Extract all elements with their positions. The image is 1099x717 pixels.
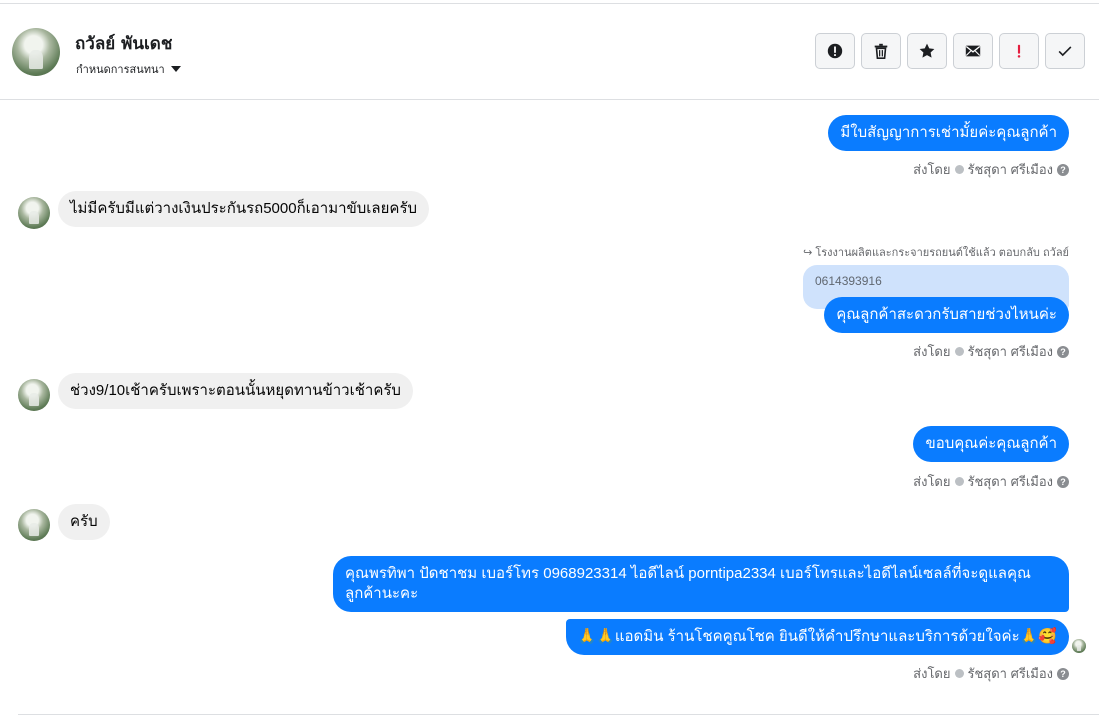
agent-name: รัชสุดา ศรีเมือง <box>967 474 1054 489</box>
contact-avatar-small[interactable] <box>18 509 50 541</box>
check-icon <box>1058 46 1072 57</box>
agent-name: รัชสุดา ศรีเมือง <box>967 162 1054 177</box>
caret-down-icon <box>170 66 181 72</box>
reply-note-text: โรงงานผลิตและกระจายรถยนต์ใช้แล้ว ตอบกลับ… <box>815 247 1069 259</box>
seen-avatar <box>1072 639 1086 653</box>
delete-button[interactable] <box>861 33 901 69</box>
sent-by-info: ส่งโดย รัชสุดา ศรีเมือง ? <box>913 471 1069 492</box>
contact-avatar-small[interactable] <box>18 379 50 411</box>
trash-icon <box>874 43 888 60</box>
sent-by-info: ส่งโดย รัชสุดา ศรีเมือง ? <box>913 663 1069 684</box>
message-row: ครับ <box>58 504 110 540</box>
outgoing-message[interactable]: 🙏🙏แอดมิน ร้านโชคคูณโชค ยินดีให้คำปรึกษาแ… <box>565 619 1069 655</box>
message-row: ช่วง9/10เช้าครับเพราะตอนนั้นหยุดทานข้าวเ… <box>58 373 413 409</box>
outgoing-message[interactable]: คุณลูกค้าสะดวกรับสายช่วงไหนค่ะ <box>824 297 1069 333</box>
message-row: คุณลูกค้าสะดวกรับสายช่วงไหนค่ะ <box>824 297 1069 333</box>
outgoing-message[interactable]: ขอบคุณค่ะคุณลูกค้า <box>913 426 1069 462</box>
star-button[interactable] <box>907 33 947 69</box>
outgoing-message[interactable]: คุณพรทิพา ปัดชาชม เบอร์โทร 0968923314 ไอ… <box>333 556 1069 612</box>
header-actions <box>815 33 1085 69</box>
conversation-header: ถวัลย์ พันเดช กำหนดการสนทนา <box>0 4 1099 100</box>
message-row: ขอบคุณค่ะคุณลูกค้า <box>913 426 1069 462</box>
agent-dot-icon <box>954 477 964 486</box>
sent-by-label: ส่งโดย <box>913 474 951 489</box>
message-row: 🙏🙏แอดมิน ร้านโชคคูณโชค ยินดีให้คำปรึกษาแ… <box>565 619 1069 655</box>
reply-arrow-icon: ↪ <box>803 246 813 259</box>
set-conversation-label: กำหนดการสนทนา <box>76 64 165 76</box>
help-icon[interactable]: ? <box>1057 475 1069 488</box>
sent-by-label: ส่งโดย <box>913 666 951 681</box>
mark-unread-button[interactable] <box>953 33 993 69</box>
contact-name[interactable]: ถวัลย์ พันเดช <box>75 30 172 57</box>
message-row: คุณพรทิพา ปัดชาชม เบอร์โทร 0968923314 ไอ… <box>333 556 1069 612</box>
envelope-icon <box>965 45 981 57</box>
help-icon[interactable]: ? <box>1057 667 1069 680</box>
outgoing-message[interactable]: มีใบสัญญาการเช่ามั้ยค่ะคุณลูกค้า <box>828 115 1069 151</box>
sent-by-info: ส่งโดย รัชสุดา ศรีเมือง ? <box>913 341 1069 362</box>
agent-dot-icon <box>954 347 964 356</box>
exclamation-icon <box>1017 44 1021 58</box>
help-icon[interactable]: ? <box>1057 345 1069 358</box>
help-icon[interactable]: ? <box>1057 163 1069 176</box>
agent-name: รัชสุดา ศรีเมือง <box>967 666 1054 681</box>
star-icon <box>919 43 935 58</box>
message-row: ไม่มีครับมีแต่วางเงินประกันรถ5000ก็เอามา… <box>58 191 430 227</box>
agent-dot-icon <box>954 165 964 174</box>
sent-by-label: ส่งโดย <box>913 162 951 177</box>
mark-done-button[interactable] <box>1045 33 1085 69</box>
contact-avatar-small[interactable] <box>18 197 50 229</box>
incoming-message[interactable]: ไม่มีครับมีแต่วางเงินประกันรถ5000ก็เอามา… <box>58 191 430 227</box>
message-row: มีใบสัญญาการเช่ามั้ยค่ะคุณลูกค้า <box>828 115 1069 151</box>
reply-note: ↪ โรงงานผลิตและกระจายรถยนต์ใช้แล้ว ตอบกล… <box>803 243 1069 261</box>
follow-up-button[interactable] <box>999 33 1039 69</box>
agent-name: รัชสุดา ศรีเมือง <box>967 344 1054 359</box>
composer-divider <box>18 714 1099 715</box>
agent-dot-icon <box>954 669 964 678</box>
sent-by-info: ส่งโดย รัชสุดา ศรีเมือง ? <box>913 159 1069 180</box>
sent-by-label: ส่งโดย <box>913 344 951 359</box>
alert-circle-icon <box>827 43 843 59</box>
mark-spam-button[interactable] <box>815 33 855 69</box>
incoming-message[interactable]: ครับ <box>58 504 110 540</box>
set-conversation-dropdown[interactable]: กำหนดการสนทนา <box>76 60 181 78</box>
incoming-message[interactable]: ช่วง9/10เช้าครับเพราะตอนนั้นหยุดทานข้าวเ… <box>58 373 413 409</box>
contact-avatar[interactable] <box>12 28 60 76</box>
